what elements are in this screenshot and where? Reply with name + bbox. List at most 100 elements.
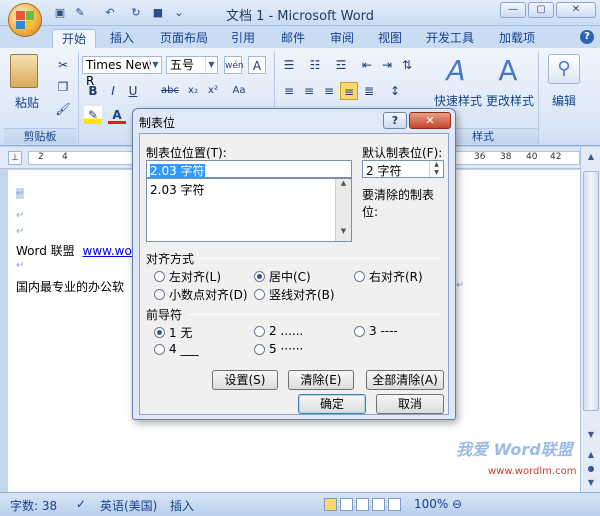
format-painter-icon[interactable]: 🖌 xyxy=(54,100,72,118)
align-right-option[interactable]: 右对齐(R) xyxy=(354,268,423,285)
editing-button[interactable]: 编辑 xyxy=(542,92,586,109)
vertical-scrollbar[interactable]: ▲ ▼ ▲ ● ▼ xyxy=(580,147,600,492)
font-size-combo[interactable]: 五号 ▼ xyxy=(166,56,218,74)
radio-button[interactable] xyxy=(254,325,265,337)
align-center-option[interactable]: 居中(C) xyxy=(254,268,311,285)
numbering-icon[interactable]: ☷ xyxy=(306,56,324,74)
radio-button[interactable] xyxy=(254,271,265,282)
copy-icon[interactable]: ❐ xyxy=(54,78,72,96)
tab-position-list[interactable]: 2.03 字符 ▲ ▼ xyxy=(146,178,352,242)
tab-insert[interactable]: 插入 xyxy=(104,29,140,48)
scroll-up-icon[interactable]: ▲ xyxy=(583,149,599,164)
align-bar-option[interactable]: 竖线对齐(B) xyxy=(254,286,335,303)
next-page-icon[interactable]: ▼ xyxy=(583,475,599,490)
leader-none-option[interactable]: 1 无 xyxy=(154,324,192,341)
tab-position-input[interactable]: 2.03 字符 xyxy=(146,160,352,178)
help-icon[interactable]: ? xyxy=(580,30,594,44)
clear-button[interactable]: 清除(E) xyxy=(288,370,354,390)
list-scrollbar[interactable]: ▲ ▼ xyxy=(335,179,351,241)
maximize-button[interactable]: ▢ xyxy=(528,2,554,18)
align-left-icon[interactable]: ≡ xyxy=(280,82,298,100)
browse-object-icon[interactable]: ● xyxy=(583,461,599,476)
sort-icon[interactable]: ⇅ xyxy=(398,56,416,74)
multilevel-list-icon[interactable]: ☲ xyxy=(332,56,350,74)
paste-button-label[interactable]: 粘贴 xyxy=(10,94,44,111)
superscript-button[interactable]: x² xyxy=(204,82,222,100)
radio-button[interactable] xyxy=(154,327,165,338)
tab-home[interactable]: 开始 xyxy=(52,29,96,48)
word-count[interactable]: 字数: 38 xyxy=(10,497,57,514)
scroll-up-icon[interactable]: ▲ xyxy=(336,179,351,187)
paste-icon[interactable] xyxy=(10,54,38,88)
quick-styles-button[interactable]: 快速样式 xyxy=(432,92,484,109)
tab-selector-icon[interactable]: ⊥ xyxy=(8,151,22,165)
clear-all-button[interactable]: 全部清除(A) xyxy=(366,370,444,390)
underline-button[interactable]: U xyxy=(124,82,142,100)
change-case-button[interactable]: Aa xyxy=(228,82,250,100)
increase-indent-icon[interactable]: ⇥ xyxy=(378,56,396,74)
close-button[interactable]: ✕ xyxy=(556,2,596,18)
scroll-down-icon[interactable]: ▼ xyxy=(336,227,351,235)
justify-icon[interactable]: ≡ xyxy=(340,82,358,100)
list-item[interactable]: 2.03 字符 xyxy=(150,181,205,198)
insert-mode-indicator[interactable]: 插入 xyxy=(170,497,194,514)
find-binoculars-icon[interactable]: ⚲ xyxy=(548,54,580,84)
leader-underline-option[interactable]: 4 ___ xyxy=(154,342,198,356)
align-decimal-option[interactable]: 小数点对齐(D) xyxy=(154,286,248,303)
distributed-icon[interactable]: ≣ xyxy=(360,82,378,100)
align-center-icon[interactable]: ≡ xyxy=(300,82,318,100)
quick-styles-icon[interactable]: A xyxy=(440,54,472,87)
radio-button[interactable] xyxy=(354,325,365,337)
default-tab-stepper[interactable]: 2 字符 ▲ ▼ xyxy=(362,160,444,178)
web-layout-icon[interactable] xyxy=(356,498,369,511)
minimize-button[interactable]: — xyxy=(500,2,526,18)
tab-page-layout[interactable]: 页面布局 xyxy=(154,29,214,48)
align-right-icon[interactable]: ≡ xyxy=(320,82,338,100)
radio-button[interactable] xyxy=(254,289,265,300)
bullets-icon[interactable]: ☰ xyxy=(280,56,298,74)
font-color-icon[interactable]: A xyxy=(108,106,126,124)
print-layout-icon[interactable] xyxy=(324,498,337,511)
radio-button[interactable] xyxy=(154,289,165,300)
ok-button[interactable]: 确定 xyxy=(298,394,366,414)
scroll-thumb[interactable] xyxy=(583,171,599,411)
set-button[interactable]: 设置(S) xyxy=(212,370,278,390)
full-screen-reading-icon[interactable] xyxy=(340,498,353,511)
italic-button[interactable]: I xyxy=(104,82,122,100)
radio-button[interactable] xyxy=(254,343,265,355)
outline-view-icon[interactable] xyxy=(372,498,385,511)
bold-button[interactable]: B xyxy=(84,82,102,100)
align-left-option[interactable]: 左对齐(L) xyxy=(154,268,221,285)
radio-button[interactable] xyxy=(154,343,165,355)
radio-button[interactable] xyxy=(354,271,365,282)
language-indicator[interactable]: 英语(美国) xyxy=(100,497,157,514)
leader-dots-option[interactable]: 2 ...... xyxy=(254,324,303,338)
spin-arrows-icon[interactable]: ▲ ▼ xyxy=(429,161,443,177)
scroll-down-icon[interactable]: ▼ xyxy=(583,427,599,442)
tab-review[interactable]: 审阅 xyxy=(324,29,360,48)
tab-references[interactable]: 引用 xyxy=(226,29,260,48)
radio-button[interactable] xyxy=(154,271,165,282)
tab-view[interactable]: 视图 xyxy=(372,29,408,48)
previous-page-icon[interactable]: ▲ xyxy=(583,447,599,462)
strikethrough-button[interactable]: abc xyxy=(158,82,182,100)
tab-developer[interactable]: 开发工具 xyxy=(424,29,476,48)
subscript-button[interactable]: x₂ xyxy=(184,82,202,100)
phonetic-guide-icon[interactable]: wén xyxy=(224,56,244,74)
character-border-icon[interactable]: A xyxy=(248,56,266,74)
decrease-indent-icon[interactable]: ⇤ xyxy=(358,56,376,74)
spell-check-icon[interactable]: ✓ xyxy=(76,497,86,511)
change-styles-icon[interactable]: A xyxy=(492,54,524,87)
font-name-combo[interactable]: Times New R ▼ xyxy=(82,56,162,88)
cut-icon[interactable]: ✂ xyxy=(54,56,72,74)
change-styles-button[interactable]: 更改样式 xyxy=(484,92,536,109)
tab-addins[interactable]: 加载项 xyxy=(496,29,538,48)
zoom-out-icon[interactable]: ⊖ xyxy=(452,497,462,511)
tab-mailings[interactable]: 邮件 xyxy=(276,29,310,48)
dialog-close-button[interactable]: ✕ xyxy=(409,112,451,129)
office-button[interactable] xyxy=(8,3,42,37)
highlight-icon[interactable]: ✎ xyxy=(84,106,102,124)
cancel-button[interactable]: 取消 xyxy=(376,394,444,414)
leader-middot-option[interactable]: 5 ······ xyxy=(254,342,303,356)
leader-dashes-option[interactable]: 3 ---- xyxy=(354,324,398,338)
